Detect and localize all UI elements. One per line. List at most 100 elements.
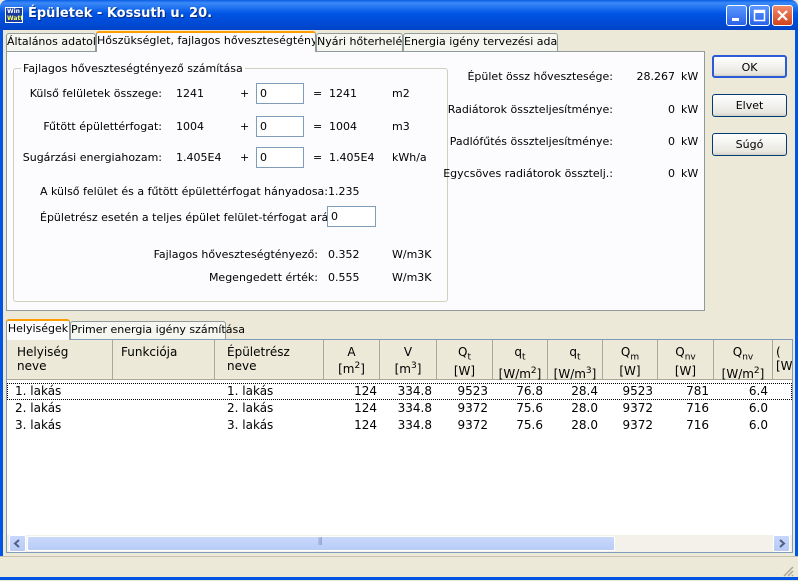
minimize-icon	[732, 18, 739, 21]
ratio-value: 1.235	[328, 185, 360, 198]
cell-qt-per-m3: 28.4	[571, 384, 598, 398]
heated-volume-eq: =	[313, 120, 323, 133]
solar-gain-eq: =	[313, 151, 323, 164]
cell-qt: 9372	[457, 418, 488, 432]
cell-qt-per-m2: 76.8	[516, 384, 543, 398]
app-icon-bottom-text: Watt	[7, 15, 24, 22]
cell-qnv: 781	[686, 384, 709, 398]
outer-surface-result: 1241	[329, 87, 357, 100]
ok-button[interactable]: OK	[712, 55, 787, 78]
heated-volume-unit: m3	[392, 120, 410, 133]
column-header-building-part[interactable]: Épületrész neve	[215, 340, 324, 380]
minimize-button[interactable]	[726, 5, 747, 26]
cell-qt-per-m3: 28.0	[571, 401, 598, 415]
app-icon: Win Watt	[5, 7, 23, 23]
cell-volume: 334.8	[397, 401, 432, 415]
cell-area: 124	[354, 401, 377, 415]
outer-surface-plus: +	[240, 87, 250, 100]
tab-summer-heat[interactable]: Nyári hőterhelés	[316, 33, 403, 51]
cell-qt-per-m2: 75.6	[516, 401, 543, 415]
cell-qt-per-m2: 75.6	[516, 418, 543, 432]
cell-room-name: 1. lakás	[15, 384, 62, 398]
cell-qnv-per-m2: 6.0	[748, 418, 768, 432]
scroll-left-button[interactable]	[9, 535, 26, 552]
part-ratio-input[interactable]	[327, 206, 376, 227]
column-header-room-name[interactable]: Helyiség neve	[7, 340, 113, 380]
tab-heat-demand[interactable]: Hőszükséglet, fajlagos hőveszteségtényez…	[96, 31, 316, 52]
column-header-qnv-per-m2[interactable]: Qnv [W/m2]	[714, 340, 773, 381]
solar-gain-input[interactable]	[256, 147, 304, 168]
total-heat-loss-value: 28.267	[636, 70, 676, 83]
table-row[interactable]: 2. lakás 2. lakás 124 334.8 9372 75.6 28.0 9372…	[7, 400, 792, 417]
cell-building-part: 2. lakás	[227, 401, 274, 415]
tab-general[interactable]: Általános adatok	[6, 33, 96, 51]
cell-qm: 9523	[622, 384, 653, 398]
single-pipe-total-label: Egycsöves radiátorok össztelj.:	[443, 167, 613, 180]
cell-qt: 9372	[457, 401, 488, 415]
outer-surface-eq: =	[313, 87, 323, 100]
scroll-right-button[interactable]	[773, 535, 790, 552]
allowed-value-label: Megengedett érték:	[208, 271, 318, 284]
outer-surface-value: 1241	[176, 87, 204, 100]
heated-volume-result: 1004	[329, 120, 357, 133]
tab-energy-design[interactable]: Energia igény tervezési adatok	[403, 33, 558, 51]
column-header-partial[interactable]: ([W	[773, 340, 792, 380]
maximize-icon	[753, 9, 766, 22]
tab-rooms[interactable]: Helyiségek	[6, 319, 70, 340]
column-header-volume[interactable]: V [m3]	[380, 340, 437, 380]
cell-qt-per-m3: 28.0	[571, 418, 598, 432]
column-header-qt-per-m3[interactable]: qt [W/m3]	[548, 340, 603, 381]
part-ratio-label: Épületrész esetén a teljes épület felüle…	[40, 211, 353, 224]
total-heat-loss-label: Épület össz hővesztesége:	[467, 70, 613, 83]
cell-qnv: 716	[686, 401, 709, 415]
floor-heating-total-label: Padlófűtés összteljesítménye:	[449, 135, 613, 148]
cell-qnv: 716	[686, 418, 709, 432]
column-header-function[interactable]: Funkciója	[113, 340, 215, 380]
rooms-table[interactable]: Helyiség neve Funkciója Épületrész neve A[…	[6, 339, 793, 553]
table-row[interactable]: 3. lakás 3. lakás 124 334.8 9372 75.6 28.0 9372…	[7, 417, 792, 434]
heated-volume-label: Fűtött épülettérfogat:	[43, 120, 162, 133]
help-button[interactable]: Súgó	[712, 133, 787, 156]
radiator-total-unit: kW	[681, 103, 699, 116]
cell-area: 124	[354, 384, 377, 398]
close-icon	[777, 10, 788, 21]
cell-volume: 334.8	[397, 384, 432, 398]
cancel-button[interactable]: Elvet	[712, 94, 787, 117]
radiator-total-value: 0	[668, 103, 675, 116]
maximize-button[interactable]	[749, 5, 770, 26]
tab-primary-energy[interactable]: Primer energia igény számítása	[70, 321, 245, 339]
solar-gain-result: 1.405E4	[329, 151, 375, 164]
outer-surface-label: Külső felületek összege:	[29, 87, 162, 100]
column-header-qt[interactable]: Qt [W]	[437, 340, 493, 380]
chevron-right-icon	[779, 539, 786, 548]
specific-heat-loss-label: Fajlagos hőveszteségtényező:	[153, 248, 318, 261]
floor-heating-total-value: 0	[668, 135, 675, 148]
cell-room-name: 3. lakás	[15, 418, 62, 432]
app-icon-top-text: Win	[7, 8, 20, 15]
solar-gain-plus: +	[240, 151, 250, 164]
solar-gain-label: Sugárzási energiahozam:	[22, 151, 162, 164]
cell-volume: 334.8	[397, 418, 432, 432]
specific-heat-loss-unit: W/m3K	[392, 248, 432, 261]
cell-building-part: 1. lakás	[227, 384, 274, 398]
window-frame-left	[0, 30, 3, 580]
cell-qm: 9372	[622, 401, 653, 415]
specific-heat-loss-value: 0.352	[328, 248, 360, 261]
column-header-qm[interactable]: Qm [W]	[603, 340, 658, 380]
cell-qnv-per-m2: 6.4	[748, 384, 768, 398]
heated-volume-input[interactable]	[256, 116, 304, 137]
scrollbar-grip-icon: ⦀	[318, 537, 323, 548]
column-header-qt-per-m2[interactable]: qt [W/m2]	[493, 340, 548, 381]
close-button[interactable]	[772, 5, 793, 26]
outer-surface-input[interactable]	[256, 83, 304, 104]
resize-grip-icon	[783, 566, 794, 577]
table-row[interactable]: 1. lakás 1. lakás 124 334.8 9523 76.8 28.4 9523…	[7, 383, 792, 400]
floor-heating-total-unit: kW	[681, 135, 699, 148]
scrollbar-thumb[interactable]: ⦀	[27, 536, 615, 551]
heated-volume-plus: +	[240, 120, 250, 133]
column-header-area[interactable]: A [m2]	[324, 340, 380, 380]
solar-gain-value: 1.405E4	[176, 151, 222, 164]
allowed-value: 0.555	[328, 271, 360, 284]
horizontal-scrollbar[interactable]: ⦀	[7, 535, 792, 552]
column-header-qnv[interactable]: Qnv [W]	[658, 340, 714, 380]
